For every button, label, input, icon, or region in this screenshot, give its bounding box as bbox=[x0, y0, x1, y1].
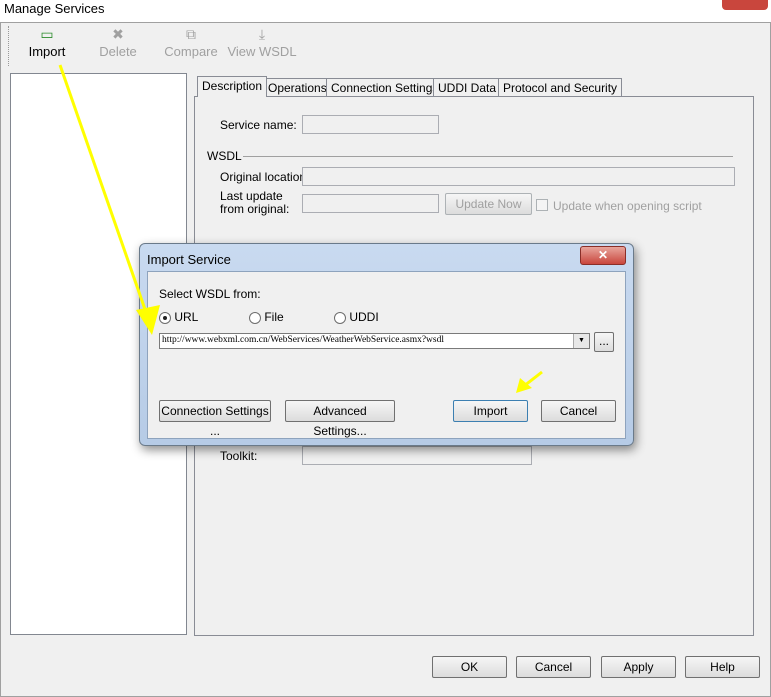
tab-operations[interactable]: Operations bbox=[263, 78, 332, 97]
window-close-button[interactable] bbox=[722, 0, 768, 10]
last-update-label: Last update from original: bbox=[220, 190, 289, 216]
last-update-field bbox=[302, 194, 439, 213]
view-wsdl-icon: ⤓ bbox=[258, 26, 266, 42]
toolkit-label: Toolkit: bbox=[220, 449, 258, 463]
file-radio[interactable] bbox=[249, 311, 261, 324]
tab-uddi-data[interactable]: UDDI Data bbox=[433, 78, 502, 97]
wsdl-divider bbox=[243, 156, 733, 157]
dialog-title: Import Service bbox=[147, 252, 231, 267]
update-on-open-label: Update when opening script bbox=[553, 199, 702, 213]
apply-button[interactable]: Apply bbox=[601, 656, 676, 678]
ok-button[interactable]: OK bbox=[432, 656, 507, 678]
toolkit-field bbox=[302, 446, 532, 465]
compare-icon: ⧉ bbox=[186, 26, 196, 42]
view-wsdl-toolbar-button[interactable]: ⤓ View WSDL bbox=[227, 26, 297, 59]
uddi-radio[interactable] bbox=[334, 311, 346, 324]
service-name-field[interactable] bbox=[302, 115, 439, 134]
wsdl-url-combobox[interactable]: http://www.webxml.com.cn/WebServices/Wea… bbox=[159, 333, 590, 349]
import-toolbar-button[interactable]: ▭ Import bbox=[12, 26, 82, 59]
service-name-label: Service name: bbox=[220, 118, 297, 132]
tab-description[interactable]: Description bbox=[197, 76, 268, 97]
update-on-open-checkbox[interactable] bbox=[536, 199, 548, 211]
view-wsdl-label: View WSDL bbox=[227, 44, 297, 59]
advanced-settings-button[interactable]: Advanced Settings... bbox=[285, 400, 395, 438]
chevron-down-icon[interactable]: ▼ bbox=[573, 334, 589, 348]
wsdl-section-label: WSDL bbox=[207, 149, 242, 163]
tab-connection-settings[interactable]: Connection Settings bbox=[326, 78, 444, 97]
original-location-label: Original location: bbox=[220, 170, 310, 184]
compare-label: Compare bbox=[164, 44, 218, 59]
dialog-close-button[interactable]: ✕ bbox=[580, 246, 626, 265]
dialog-cancel-button[interactable]: Cancel bbox=[541, 400, 616, 422]
import-service-dialog: Import Service ✕ Select WSDL from: URL F… bbox=[139, 243, 634, 446]
file-radio-label: File bbox=[264, 310, 284, 324]
uddi-radio-label: UDDI bbox=[349, 310, 379, 324]
browse-button[interactable]: ... bbox=[594, 332, 614, 352]
last-update-label-line2: from original: bbox=[220, 202, 290, 216]
dialog-body: Select WSDL from: URL File UDDI http://w… bbox=[147, 271, 626, 439]
help-button[interactable]: Help bbox=[685, 656, 760, 678]
import-icon: ▭ bbox=[40, 26, 54, 42]
url-radio-option[interactable]: URL bbox=[159, 310, 198, 324]
import-label: Import bbox=[28, 44, 66, 59]
select-wsdl-label: Select WSDL from: bbox=[159, 287, 261, 301]
delete-label: Delete bbox=[99, 44, 137, 59]
window-title: Manage Services bbox=[4, 1, 105, 16]
import-button[interactable]: Import bbox=[453, 400, 528, 422]
compare-toolbar-button[interactable]: ⧉ Compare bbox=[156, 26, 226, 59]
delete-toolbar-button[interactable]: ✖ Delete bbox=[83, 26, 153, 59]
toolbar-grip bbox=[8, 26, 9, 66]
original-location-field[interactable] bbox=[302, 167, 735, 186]
update-now-button[interactable]: Update Now bbox=[445, 193, 532, 215]
delete-icon: ✖ bbox=[112, 26, 124, 42]
url-radio[interactable] bbox=[159, 311, 171, 324]
url-radio-label: URL bbox=[174, 310, 199, 324]
tab-protocol-security[interactable]: Protocol and Security bbox=[498, 78, 623, 97]
uddi-radio-option[interactable]: UDDI bbox=[334, 310, 379, 324]
file-radio-option[interactable]: File bbox=[249, 310, 284, 324]
connection-settings-button[interactable]: Connection Settings ... bbox=[159, 400, 271, 438]
wsdl-url-value: http://www.webxml.com.cn/WebServices/Wea… bbox=[162, 335, 445, 345]
cancel-button[interactable]: Cancel bbox=[516, 656, 591, 678]
